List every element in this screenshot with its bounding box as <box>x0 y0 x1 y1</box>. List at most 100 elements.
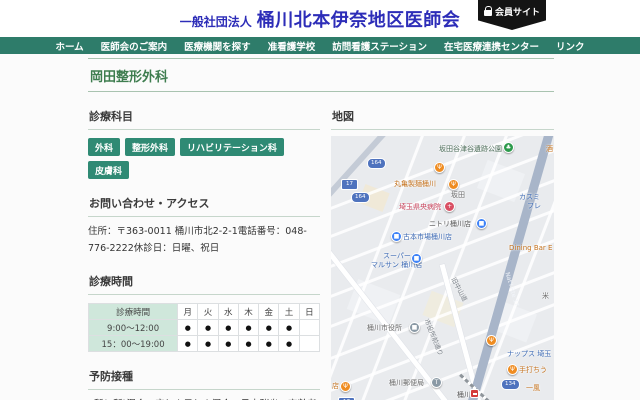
cityhall-marker[interactable]: ■ <box>409 322 420 333</box>
org-name: 桶川北本伊奈地区医師会 <box>257 10 461 31</box>
map-place-label: カスミ <box>519 193 540 201</box>
site-header: 一般社団法人桶川北本伊奈地区医師会 会員サイト <box>0 0 640 37</box>
nav-item[interactable]: リンク <box>556 39 585 53</box>
departments-heading: 診療科目 <box>88 108 320 130</box>
availability-cell: ● <box>238 336 258 352</box>
map-place-label: 桶川郵便局 <box>389 379 424 387</box>
page-title: 岡田整形外科 <box>90 66 552 85</box>
map-column: 地図 <box>331 92 554 400</box>
nav-item[interactable]: 在宅医療連携センター <box>444 39 539 53</box>
nav-item[interactable]: 医師会のご案内 <box>101 39 168 53</box>
time-range-cell: 9:00～12:00 <box>89 320 178 336</box>
map-place-label: Dining Bar E <box>509 244 552 252</box>
time-range-cell: 15：00～19:00 <box>89 336 178 352</box>
nav-item[interactable]: 准看護学校 <box>268 39 316 53</box>
map-place-label: 酒 <box>546 145 553 153</box>
department-tag: 外科 <box>88 138 120 156</box>
main-nav: ホーム 医師会のご案内 医療機関を探す 准看護学校 訪問看護ステーション 在宅医療連携セン… <box>0 37 640 54</box>
availability-cell: ● <box>238 320 258 336</box>
restaurant-marker[interactable]: Ψ <box>448 179 459 190</box>
day-header-cell: 水 <box>218 304 238 320</box>
map-place-label: 桶川 <box>457 391 471 399</box>
map-place-label: 埼玉県央病院 <box>399 203 441 211</box>
contact-line: 住所：〒363-0011 桶川市北2-2-1 <box>88 226 238 237</box>
availability-cell: ● <box>259 336 279 352</box>
hours-table: 診療時間月火水木金土日9:00～12:00●●●●●●15：00～19:00●●… <box>88 303 320 352</box>
restaurant-marker[interactable]: Ψ <box>340 381 351 392</box>
department-tag: リハビリテーション科 <box>180 138 284 156</box>
availability-cell: ● <box>218 320 238 336</box>
hospital-marker[interactable]: + <box>444 201 455 212</box>
postoffice-marker[interactable]: T <box>431 377 442 388</box>
page-title-bar: 岡田整形外科 <box>88 58 554 92</box>
contact-line: 休診日：日曜、祝日 <box>134 243 220 254</box>
department-tag: 皮膚科 <box>88 161 129 179</box>
map-place-label: スーパー <box>383 252 411 260</box>
route-shield: 134 <box>501 379 520 390</box>
open-dot: ● <box>286 340 292 348</box>
route-shield: 164 <box>367 158 386 169</box>
map-place-label: 坂田 <box>451 191 465 199</box>
map-place-label: 古本市場桶川店 <box>403 233 452 241</box>
department-tags: 外科整形外科リハビリテーション科皮膚科 <box>88 138 320 179</box>
open-dot: ● <box>245 324 251 332</box>
day-header-cell: 火 <box>198 304 218 320</box>
open-dot: ● <box>266 324 272 332</box>
map-place-label: フレ <box>527 202 541 210</box>
google-map-embed[interactable]: Nat'l Rte 17 旧中山道市役所前通り 坂田谷津谷遺跡公園酒丸亀製麺桶川… <box>331 136 554 400</box>
restaurant-marker[interactable]: Ψ <box>507 364 518 375</box>
availability-cell: ● <box>178 320 198 336</box>
hours-heading: 診療時間 <box>88 273 320 295</box>
open-dot: ● <box>245 340 251 348</box>
park-marker[interactable]: ♣ <box>503 142 514 153</box>
train-station-icon[interactable] <box>470 389 479 398</box>
clinic-info-column: 診療科目 外科整形外科リハビリテーション科皮膚科 お問い合わせ・アクセス 住所：… <box>88 92 320 400</box>
map-place-label: 坂田谷津谷遺跡公園 <box>439 145 502 153</box>
restaurant-marker[interactable]: Ψ <box>486 335 497 346</box>
map-place-label: 米 <box>542 292 549 300</box>
availability-cell: ● <box>218 336 238 352</box>
map-place-label: 店 <box>332 382 339 390</box>
open-dot: ● <box>225 340 231 348</box>
open-dot: ● <box>286 324 292 332</box>
map-place-label: ニトリ桶川店 <box>429 220 471 228</box>
nav-item[interactable]: 医療機関を探す <box>184 39 251 53</box>
day-header-cell: 日 <box>299 304 319 320</box>
availability-cell: ● <box>198 320 218 336</box>
map-place-label: ナップス 埼玉 <box>507 350 551 358</box>
open-dot: ● <box>266 340 272 348</box>
main-content: 岡田整形外科 診療科目 外科整形外科リハビリテーション科皮膚科 お問い合わせ・ア… <box>88 58 554 400</box>
restaurant-marker[interactable]: Ψ <box>434 162 445 173</box>
contact-lines: 住所：〒363-0011 桶川市北2-2-1電話番号：048-776-2222休… <box>88 224 320 257</box>
map-place-label: 桶川市役所 <box>367 324 402 332</box>
day-header-cell: 木 <box>238 304 258 320</box>
availability-cell: ● <box>178 336 198 352</box>
availability-cell <box>299 320 319 336</box>
map-place-label: 手打ちう <box>519 366 547 374</box>
open-dot: ● <box>205 340 211 348</box>
day-header-cell: 月 <box>178 304 198 320</box>
vaccination-heading: 予防接種 <box>88 368 320 390</box>
shop-marker[interactable]: ■ <box>476 218 487 229</box>
availability-cell: ● <box>198 336 218 352</box>
map-place-label: 丸亀製麺桶川 <box>394 180 436 188</box>
shop-marker[interactable]: ■ <box>391 231 402 242</box>
day-header-cell: 金 <box>259 304 279 320</box>
map-heading: 地図 <box>331 108 554 130</box>
contact-heading: お問い合わせ・アクセス <box>88 195 320 217</box>
availability-cell: ● <box>279 320 299 336</box>
lock-icon <box>484 9 492 16</box>
open-dot: ● <box>185 340 191 348</box>
member-site-label: 会員サイト <box>495 8 540 18</box>
map-place-label: 一風 <box>526 384 540 392</box>
nav-item[interactable]: ホーム <box>55 39 83 53</box>
open-dot: ● <box>225 324 231 332</box>
availability-cell: ● <box>259 320 279 336</box>
shop-marker[interactable]: ■ <box>411 253 422 264</box>
department-tag: 整形外科 <box>125 138 175 156</box>
availability-cell: ● <box>279 336 299 352</box>
nav-item[interactable]: 訪問看護ステーション <box>332 39 427 53</box>
open-dot: ● <box>185 324 191 332</box>
route-shield: 164 <box>351 192 370 203</box>
org-prefix: 一般社団法人 <box>180 15 252 29</box>
